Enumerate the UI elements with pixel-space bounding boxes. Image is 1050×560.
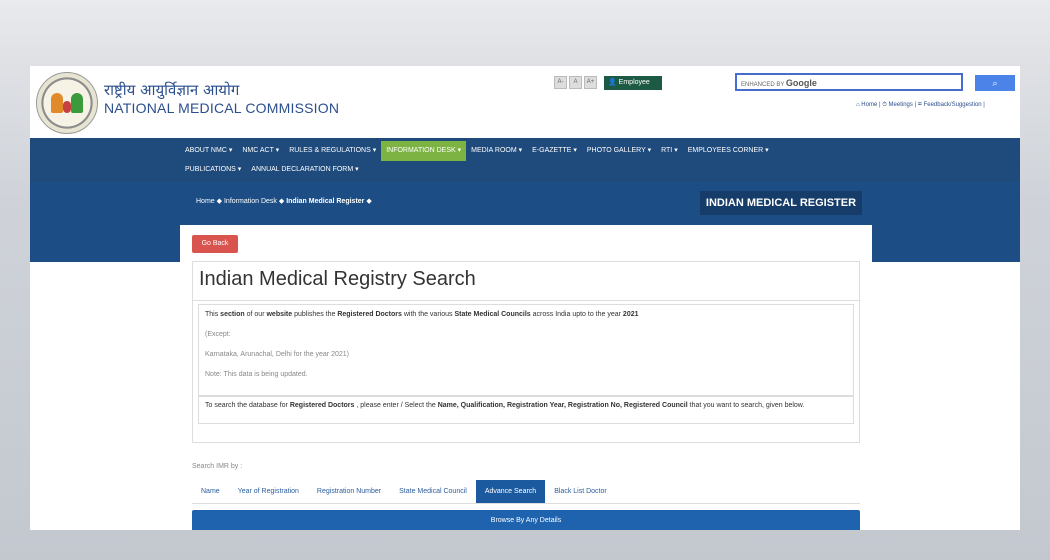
main-nav: ABOUT NMC ▾ NMC ACT ▾ RULES & REGULATION… — [30, 138, 1020, 182]
site-title-english[interactable]: NATIONAL MEDICAL COMMISSION — [104, 100, 339, 116]
tab-year-of-registration[interactable]: Year of Registration — [229, 480, 308, 503]
go-back-button[interactable]: Go Back — [192, 235, 238, 253]
breadcrumb-home[interactable]: Home — [196, 198, 215, 205]
font-size-controls: A- A A+ — [554, 76, 597, 89]
breadcrumb-sep: ◆ — [366, 198, 372, 205]
browser-page: राष्ट्रीय आयुर्विज्ञान आयोग NATIONAL MED… — [30, 66, 1020, 530]
tab-registration-number[interactable]: Registration Number — [308, 480, 390, 503]
tab-state-medical-council[interactable]: State Medical Council — [390, 480, 476, 503]
breadcrumb: Home ◆ Information Desk ◆ Indian Medical… — [196, 197, 372, 205]
nav-information-desk[interactable]: INFORMATION DESK ▾ — [381, 141, 467, 161]
content-card: Go Back Indian Medical Registry Search T… — [180, 225, 872, 530]
top-links[interactable]: ⌂ Home | ⏱ Meetings | ✉ Feedback/Suggest… — [856, 102, 985, 109]
search-tabs: Name Year of Registration Registration N… — [192, 480, 860, 504]
tab-black-list-doctor[interactable]: Black List Doctor — [545, 480, 616, 503]
nav-about-nmc[interactable]: ABOUT NMC ▾ — [180, 141, 237, 161]
search-by-label: Search IMR by : — [192, 463, 243, 470]
nav-rti[interactable]: RTI ▾ — [656, 141, 683, 161]
browse-any-details-bar[interactable]: Browse By Any Details — [192, 510, 860, 530]
search-icon: ⌕ — [992, 78, 998, 88]
breadcrumb-info-desk[interactable]: Information Desk — [224, 198, 277, 205]
nav-nmc-act[interactable]: NMC ACT ▾ — [237, 141, 284, 161]
breadcrumb-sep: ◆ — [278, 198, 285, 205]
nav-employees-corner[interactable]: EMPLOYEES CORNER ▾ — [683, 141, 774, 161]
breadcrumb-sep: ◆ — [216, 198, 223, 205]
search-prefix: ENHANCED BY — [741, 82, 785, 88]
font-normal-button[interactable]: A — [569, 76, 582, 89]
info-line-1: This section of our website publishes th… — [205, 311, 639, 318]
except-text: (Except: — [205, 331, 231, 338]
logo-figure-center — [63, 101, 71, 113]
font-decrease-button[interactable]: A- — [554, 76, 567, 89]
nav-rules-regulations[interactable]: RULES & REGULATIONS ▾ — [284, 141, 381, 161]
site-title-hindi[interactable]: राष्ट्रीय आयुर्विज्ञान आयोग — [104, 80, 239, 100]
font-increase-button[interactable]: A+ — [584, 76, 597, 89]
info-panel: Indian Medical Registry Search This sect… — [192, 261, 860, 443]
logo-figure-right — [71, 93, 83, 113]
note-text: Note: This data is being updated. — [205, 371, 308, 378]
tab-name[interactable]: Name — [192, 480, 229, 503]
nav-annual-declaration[interactable]: ANNUAL DECLARATION FORM ▾ — [246, 160, 363, 180]
search-brand: Google — [785, 78, 817, 88]
user-icon: 👤 — [608, 79, 617, 86]
nmc-logo[interactable] — [36, 72, 98, 134]
search-button[interactable]: ⌕ — [975, 75, 1015, 91]
google-search-input[interactable]: ENHANCED BY Google — [735, 73, 963, 91]
nav-publications[interactable]: PUBLICATIONS ▾ — [180, 160, 246, 180]
employee-button[interactable]: 👤 Employee — [604, 76, 662, 90]
divider — [193, 300, 859, 301]
nav-photo-gallery[interactable]: PHOTO GALLERY ▾ — [582, 141, 656, 161]
site-header: राष्ट्रीय आयुर्विज्ञान आयोग NATIONAL MED… — [30, 66, 1020, 138]
page-tag: INDIAN MEDICAL REGISTER — [700, 191, 862, 215]
employee-label: Employee — [618, 79, 650, 86]
nav-row-1: ABOUT NMC ▾ NMC ACT ▾ RULES & REGULATION… — [180, 141, 774, 161]
info-box: This section of our website publishes th… — [198, 304, 854, 396]
search-instructions: To search the database for Registered Do… — [198, 396, 854, 424]
nav-e-gazette[interactable]: E-GAZETTE ▾ — [527, 141, 582, 161]
breadcrumb-current: Indian Medical Register — [286, 198, 365, 205]
nav-row-2: PUBLICATIONS ▾ ANNUAL DECLARATION FORM ▾ — [180, 160, 364, 180]
page-title: Indian Medical Registry Search — [199, 268, 476, 290]
states-text: Karnataka, Arunachal, Delhi for the year… — [205, 351, 349, 358]
nav-media-room[interactable]: MEDIA ROOM ▾ — [466, 141, 527, 161]
tab-advance-search[interactable]: Advance Search — [475, 480, 546, 503]
logo-figure-left — [51, 93, 63, 113]
